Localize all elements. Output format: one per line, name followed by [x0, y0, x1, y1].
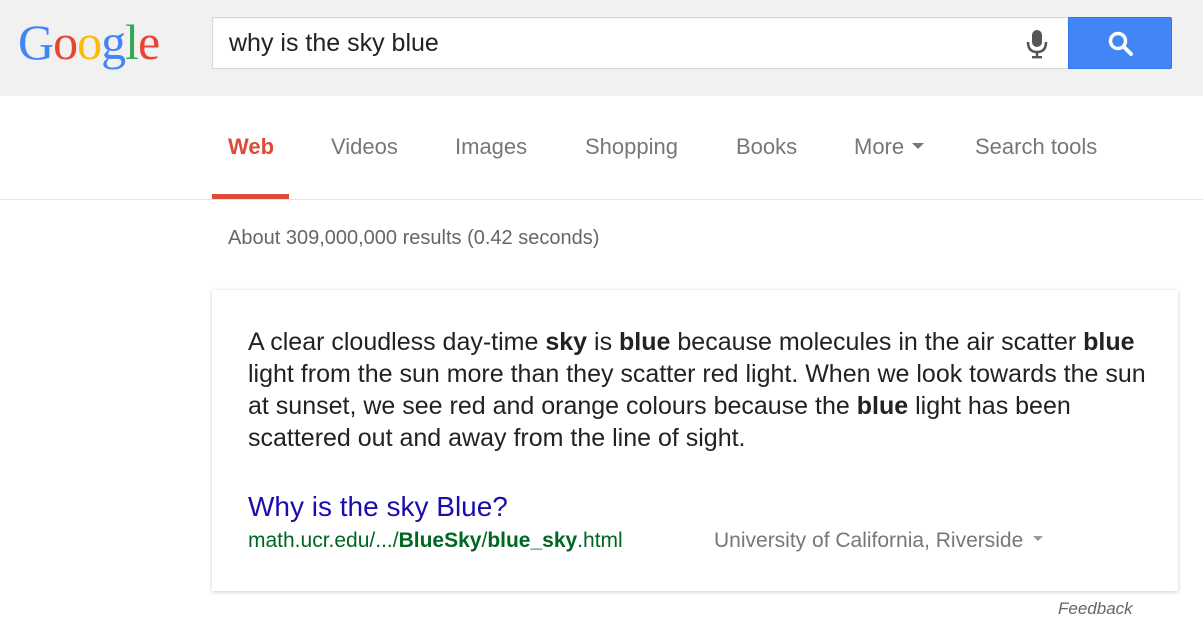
result-source-dropdown[interactable]: University of California, Riverside: [714, 529, 1044, 553]
result-stats: About 309,000,000 results (0.42 seconds): [228, 227, 600, 249]
logo-letter: o: [77, 14, 102, 70]
tab-search-tools[interactable]: Search tools: [975, 134, 1097, 160]
tab-web[interactable]: Web: [228, 134, 274, 160]
answer-highlight: blue: [619, 328, 671, 356]
tab-shopping[interactable]: Shopping: [585, 134, 678, 160]
tab-more[interactable]: More: [854, 134, 925, 160]
answer-card: A clear cloudless day-time sky is blue b…: [212, 290, 1178, 591]
result-title-link[interactable]: Why is the sky Blue?: [248, 491, 508, 523]
logo-letter: o: [53, 14, 78, 70]
logo-letter: G: [18, 14, 54, 70]
feedback-link[interactable]: Feedback: [1058, 599, 1133, 619]
tab-more-label: More: [854, 134, 905, 159]
result-url: math.ucr.edu/.../BlueSky/blue_sky.html: [248, 529, 623, 553]
chevron-down-icon: [912, 143, 925, 150]
microphone-icon[interactable]: [1024, 29, 1050, 59]
active-tab-indicator: [212, 194, 289, 199]
header-bar: Google: [0, 0, 1203, 96]
answer-highlight: sky: [545, 328, 588, 356]
url-bold-part: BlueSky: [398, 529, 482, 552]
google-logo[interactable]: Google: [18, 14, 160, 70]
answer-highlight: blue: [856, 392, 909, 420]
search-box[interactable]: [212, 17, 1068, 69]
answer-text: because molecules in the air scatter: [670, 328, 1084, 356]
url-bold-part-2: blue_sky: [487, 529, 578, 552]
result-source-label: University of California, Riverside: [714, 529, 1024, 552]
tab-books[interactable]: Books: [736, 134, 797, 160]
tab-images[interactable]: Images: [455, 134, 527, 160]
logo-letter: g: [101, 14, 126, 70]
url-suffix: .html: [577, 529, 623, 552]
chevron-down-icon: [1033, 535, 1044, 541]
search-tabs: Web Videos Images Shopping Books More Se…: [0, 96, 1203, 200]
answer-highlight: blue: [1083, 328, 1135, 356]
search-button[interactable]: [1068, 17, 1172, 69]
answer-snippet: A clear cloudless day-time sky is blue b…: [248, 326, 1148, 454]
url-prefix: math.ucr.edu/.../: [248, 529, 399, 552]
logo-letter: e: [138, 14, 160, 70]
search-input[interactable]: [229, 18, 1019, 68]
search-icon: [1108, 31, 1133, 56]
logo-letter: l: [125, 14, 139, 70]
answer-text: is: [587, 328, 620, 356]
answer-text: A clear cloudless day-time: [248, 328, 546, 356]
tab-videos[interactable]: Videos: [331, 134, 398, 160]
